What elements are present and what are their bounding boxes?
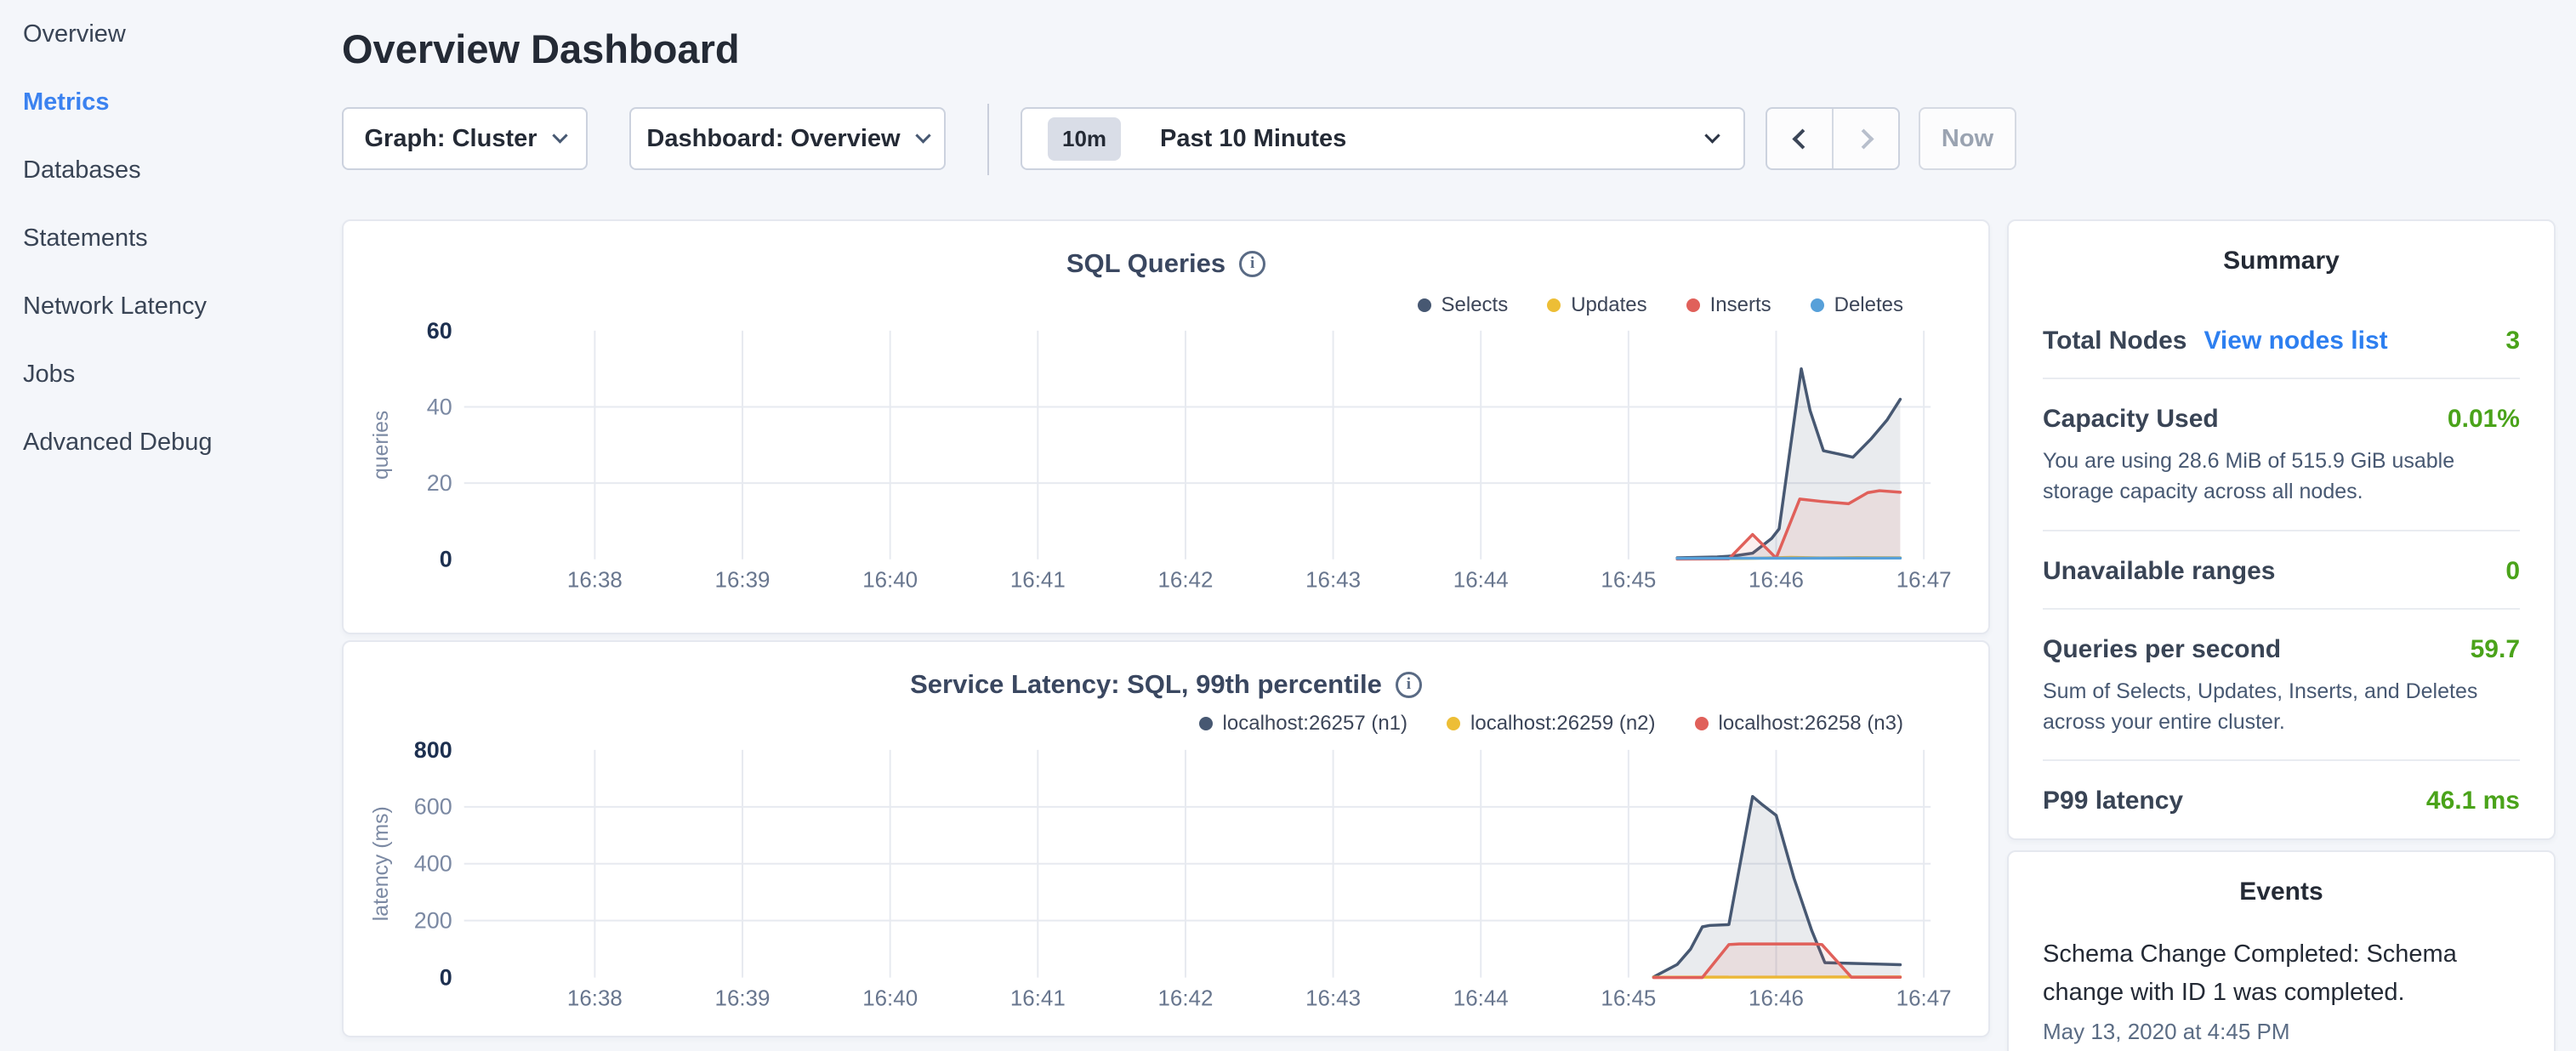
summary-row-total-nodes: Total Nodes View nodes list 3 — [2043, 301, 2520, 379]
svg-text:16:41: 16:41 — [1010, 569, 1066, 593]
events-list: Schema Change Completed: Schema change w… — [2043, 935, 2520, 1045]
svg-text:queries: queries — [369, 411, 393, 480]
service-latency-chart-card: Service Latency: SQL, 99th percentile i … — [342, 640, 1990, 1037]
svg-text:16:44: 16:44 — [1453, 569, 1509, 593]
svg-text:0: 0 — [440, 965, 452, 991]
controls-divider — [987, 104, 989, 175]
svg-text:16:42: 16:42 — [1157, 986, 1213, 1010]
summary-row-subtext: You are using 28.6 MiB of 515.9 GiB usab… — [2043, 446, 2520, 508]
sidebar-item-network-latency[interactable]: Network Latency — [0, 272, 340, 340]
events-panel: Events Schema Change Completed: Schema c… — [2007, 850, 2556, 1051]
svg-text:60: 60 — [427, 318, 452, 344]
sql-queries-chart-card: SQL Queries i SelectsUpdatesInsertsDelet… — [342, 219, 1990, 634]
summary-row-label: Unavailable ranges — [2043, 557, 2275, 586]
svg-text:800: 800 — [414, 737, 452, 763]
summary-title: Summary — [2043, 221, 2520, 276]
svg-text:latency (ms): latency (ms) — [369, 806, 393, 921]
chevron-down-icon — [915, 128, 930, 143]
summary-row-value: 46.1 ms — [2426, 787, 2520, 815]
sidebar-item-overview[interactable]: Overview — [0, 0, 340, 68]
svg-text:200: 200 — [414, 908, 452, 934]
summary-row-label: P99 latency — [2043, 787, 2183, 815]
time-prev-button[interactable] — [1767, 109, 1832, 168]
svg-text:16:46: 16:46 — [1749, 569, 1804, 593]
time-step-buttons — [1766, 107, 1900, 170]
svg-text:20: 20 — [427, 470, 452, 496]
dashboard-dropdown[interactable]: Dashboard: Overview — [629, 107, 946, 170]
svg-text:16:40: 16:40 — [862, 569, 918, 593]
dashboard-label: Dashboard: Overview — [646, 125, 900, 153]
summary-rows: Total Nodes View nodes list 3 Capacity Used… — [2043, 301, 2520, 838]
time-range-label: Past 10 Minutes — [1160, 125, 1346, 153]
summary-row-p99-latency: P99 latency 46.1 ms — [2043, 761, 2520, 838]
svg-text:16:43: 16:43 — [1305, 569, 1361, 593]
service-latency-plot[interactable]: 16:38 16:39 16:40 16:41 16:42 16:43 16:44 16:45… — [344, 642, 1988, 1036]
sidebar-nav: OverviewMetricsDatabasesStatementsNetwor… — [0, 0, 340, 476]
svg-text:16:43: 16:43 — [1305, 986, 1361, 1010]
summary-row-value: 0.01% — [2448, 405, 2520, 434]
summary-row-head: Capacity Used 0.01% — [2043, 405, 2520, 434]
event-text: Schema Change Completed: Schema change w… — [2043, 935, 2494, 1012]
summary-row-value: 0 — [2505, 557, 2520, 586]
summary-row-unavailable-ranges: Unavailable ranges 0 — [2043, 531, 2520, 610]
chevron-left-icon — [1792, 128, 1812, 149]
event-item: Schema Change Completed: Schema change w… — [2043, 935, 2520, 1045]
summary-row-value: 3 — [2505, 327, 2520, 355]
svg-text:600: 600 — [414, 794, 452, 820]
page-title: Overview Dashboard — [342, 26, 740, 72]
sql-queries-plot[interactable]: 16:38 16:39 16:40 16:41 16:42 16:43 16:44 16:45… — [344, 221, 1988, 633]
svg-text:16:45: 16:45 — [1601, 986, 1656, 1010]
summary-panel: Summary Total Nodes View nodes list 3 Capac… — [2007, 219, 2556, 840]
event-timestamp: May 13, 2020 at 4:45 PM — [2043, 1019, 2520, 1045]
summary-row-head: P99 latency 46.1 ms — [2043, 787, 2520, 815]
svg-text:16:47: 16:47 — [1896, 569, 1952, 593]
sidebar-item-jobs[interactable]: Jobs — [0, 340, 340, 408]
view-nodes-list-link[interactable]: View nodes list — [2204, 327, 2387, 355]
summary-row-head: Unavailable ranges 0 — [2043, 557, 2520, 586]
summary-row-capacity-used: Capacity Used 0.01% You are using 28.6 MiB… — [2043, 379, 2520, 531]
svg-text:0: 0 — [440, 547, 452, 572]
summary-row-label: Capacity Used — [2043, 405, 2219, 434]
svg-text:16:41: 16:41 — [1010, 986, 1066, 1010]
graph-scope-label: Graph: Cluster — [364, 125, 537, 153]
time-range-badge: 10m — [1048, 117, 1121, 161]
svg-text:16:38: 16:38 — [567, 986, 623, 1010]
summary-row-value: 59.7 — [2471, 635, 2520, 664]
admin-ui-page: OverviewMetricsDatabasesStatementsNetwor… — [0, 0, 2576, 1051]
summary-row-head: Queries per second 59.7 — [2043, 635, 2520, 664]
svg-text:16:42: 16:42 — [1157, 569, 1213, 593]
graph-scope-dropdown[interactable]: Graph: Cluster — [342, 107, 588, 170]
summary-row-label: Queries per second — [2043, 635, 2281, 664]
summary-row-head: Total Nodes View nodes list 3 — [2043, 327, 2520, 355]
time-next-button[interactable] — [1832, 109, 1898, 168]
svg-text:16:46: 16:46 — [1749, 986, 1804, 1010]
chevron-right-icon — [1853, 128, 1874, 149]
sidebar-item-metrics[interactable]: Metrics — [0, 68, 340, 136]
summary-row-label: Total Nodes — [2043, 327, 2186, 355]
summary-row-queries-per-second: Queries per second 59.7 Sum of Selects, Up… — [2043, 610, 2520, 762]
events-title: Events — [2043, 852, 2520, 906]
sidebar-item-advanced-debug[interactable]: Advanced Debug — [0, 408, 340, 476]
svg-text:16:40: 16:40 — [862, 986, 918, 1010]
svg-text:16:39: 16:39 — [715, 986, 771, 1010]
now-button[interactable]: Now — [1919, 107, 2016, 170]
svg-text:16:44: 16:44 — [1453, 986, 1509, 1010]
svg-text:16:47: 16:47 — [1896, 986, 1952, 1010]
sidebar-item-statements[interactable]: Statements — [0, 204, 340, 272]
chevron-down-icon — [1704, 128, 1720, 143]
svg-text:40: 40 — [427, 395, 452, 420]
time-range-dropdown[interactable]: 10m Past 10 Minutes — [1021, 107, 1745, 170]
svg-text:16:45: 16:45 — [1601, 569, 1656, 593]
summary-row-subtext: Sum of Selects, Updates, Inserts, and De… — [2043, 676, 2520, 738]
svg-text:400: 400 — [414, 851, 452, 877]
svg-text:16:39: 16:39 — [715, 569, 771, 593]
svg-text:16:38: 16:38 — [567, 569, 623, 593]
sidebar-item-databases[interactable]: Databases — [0, 136, 340, 204]
chevron-down-icon — [552, 128, 567, 143]
